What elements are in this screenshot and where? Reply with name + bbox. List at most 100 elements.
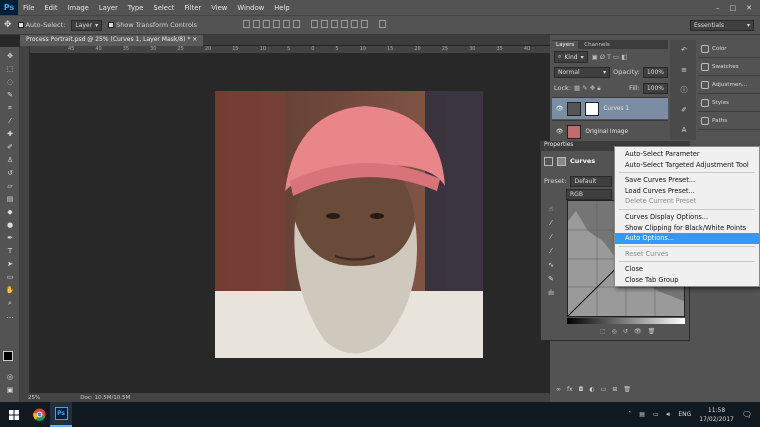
new-adjustment-icon[interactable]: ◐ <box>589 386 594 396</box>
delete-layer-icon[interactable]: 🗑︎ <box>623 386 631 396</box>
menu-item-save-preset[interactable]: Save Curves Preset... <box>615 175 759 186</box>
add-mask-icon[interactable]: ◘ <box>579 386 584 396</box>
maximize-button[interactable]: □ <box>730 4 737 12</box>
type-tool-icon[interactable]: T <box>4 247 16 256</box>
marquee-tool-icon[interactable]: ⬚ <box>4 65 16 74</box>
fill-field[interactable]: 100% <box>642 82 668 94</box>
align-bottom-icon[interactable] <box>263 20 270 28</box>
blend-mode-dropdown[interactable]: Normal ▾ <box>554 66 611 78</box>
foreground-color-swatch[interactable] <box>3 351 13 361</box>
swatches-panel-button[interactable]: Swatches <box>698 58 760 76</box>
align-left-icon[interactable] <box>273 20 280 28</box>
targeted-adjust-icon[interactable]: ☝ <box>545 205 557 214</box>
preset-dropdown[interactable]: Default <box>570 175 613 187</box>
distribute-hcenter-icon[interactable] <box>351 20 359 28</box>
eraser-tool-icon[interactable]: ▱ <box>4 182 16 191</box>
auto-align-icon[interactable] <box>379 20 387 28</box>
more-tools-icon[interactable]: … <box>4 312 16 321</box>
new-layer-icon[interactable]: ⊞ <box>612 386 617 396</box>
distribute-left-icon[interactable] <box>341 20 349 28</box>
menu-type[interactable]: Type <box>123 4 149 12</box>
menu-item-auto-select-tat[interactable]: Auto-Select Targeted Adjustment Tool <box>615 160 759 171</box>
network-icon[interactable]: ▤ <box>639 411 645 418</box>
view-previous-icon[interactable]: ◎ <box>612 328 617 338</box>
channel-dropdown[interactable]: RGB <box>566 189 612 200</box>
align-top-icon[interactable] <box>243 20 250 28</box>
white-point-eyedropper-icon[interactable]: ⁄ <box>545 247 557 256</box>
clone-stamp-tool-icon[interactable]: ♙ <box>4 156 16 165</box>
clock[interactable]: 11:58 17/02/2017 <box>699 406 734 424</box>
color-panel-button[interactable]: Color <box>698 40 760 58</box>
close-tab-icon[interactable]: × <box>192 36 197 43</box>
opacity-field[interactable]: 100% <box>642 66 668 78</box>
quick-mask-icon[interactable]: ◎ <box>4 373 16 382</box>
visibility-eye-icon[interactable]: 👁︎ <box>556 129 563 135</box>
gray-point-eyedropper-icon[interactable]: ⁄ <box>545 233 557 242</box>
path-selection-tool-icon[interactable]: ➤ <box>4 260 16 269</box>
history-brush-tool-icon[interactable]: ↺ <box>4 169 16 178</box>
crop-tool-icon[interactable]: ⌗ <box>4 104 16 113</box>
battery-icon[interactable]: ▭ <box>653 411 659 418</box>
layer-filter-kind-dropdown[interactable]: ⌕ Kind ▾ <box>554 51 588 63</box>
layer-name[interactable]: Curves 1 <box>603 106 629 112</box>
eyedropper-tool-icon[interactable]: ⁄ <box>4 117 16 126</box>
history-panel-icon[interactable]: ↶ <box>678 46 690 55</box>
menu-view[interactable]: View <box>206 4 232 12</box>
language-indicator[interactable]: ENG <box>678 411 691 418</box>
align-vcenter-icon[interactable] <box>253 20 260 28</box>
workspace-dropdown[interactable]: Essentials ▾ <box>690 20 754 31</box>
align-right-icon[interactable] <box>293 20 300 28</box>
distribute-right-icon[interactable] <box>361 20 369 28</box>
auto-select-checkbox[interactable]: Auto-Select: <box>17 21 65 29</box>
paths-panel-button[interactable]: Paths <box>698 112 760 130</box>
delete-icon[interactable]: 🗑︎ <box>648 328 656 338</box>
menu-item-display-options[interactable]: Curves Display Options... <box>615 212 759 223</box>
menu-image[interactable]: Image <box>63 4 94 12</box>
menu-layer[interactable]: Layer <box>94 4 123 12</box>
volume-icon[interactable]: 🔊︎ <box>667 411 671 419</box>
visibility-toggle-icon[interactable]: 👁︎ <box>634 328 642 338</box>
filter-icons[interactable]: ▣ Ø T ▭ ◧ <box>592 53 628 61</box>
lasso-tool-icon[interactable]: ◌ <box>4 78 16 87</box>
pencil-curve-icon[interactable]: ✎ <box>545 275 557 284</box>
menu-select[interactable]: Select <box>148 4 179 12</box>
adjustments-panel-button[interactable]: Adjustmen... <box>698 76 760 94</box>
new-group-icon[interactable]: ▭ <box>601 386 607 396</box>
menu-item-close-tab-group[interactable]: Close Tab Group <box>615 275 759 286</box>
mask-icon[interactable] <box>557 156 566 166</box>
curve-point-tool-icon[interactable]: ∿ <box>545 261 557 270</box>
move-tool-icon[interactable]: ✥ <box>4 52 16 61</box>
character-panel-icon[interactable]: A <box>678 126 690 135</box>
menu-item-close[interactable]: Close <box>615 264 759 275</box>
layer-mask-thumbnail[interactable] <box>585 101 600 116</box>
portrait-photo[interactable] <box>215 91 483 358</box>
brush-panel-icon[interactable]: ✐ <box>678 106 690 115</box>
fx-icon[interactable]: fx <box>567 386 573 396</box>
hand-tool-icon[interactable]: ✋ <box>4 286 16 295</box>
distribute-bottom-icon[interactable] <box>331 20 339 28</box>
menu-item-show-clipping[interactable]: Show Clipping for Black/White Points <box>615 223 759 234</box>
layer-name[interactable]: Original Image <box>585 129 628 135</box>
photoshop-taskbar-icon[interactable]: Ps <box>50 402 72 427</box>
distribute-vcenter-icon[interactable] <box>321 20 329 28</box>
layer-row-original[interactable]: 👁︎ Original Image <box>552 120 668 142</box>
gradient-tool-icon[interactable]: ▤ <box>4 195 16 204</box>
menu-file[interactable]: File <box>18 4 39 12</box>
move-tool-icon[interactable]: ✥ <box>4 20 12 30</box>
align-hcenter-icon[interactable] <box>283 20 290 28</box>
visibility-eye-icon[interactable]: 👁︎ <box>556 106 563 112</box>
healing-brush-tool-icon[interactable]: ✚ <box>4 130 16 139</box>
menu-window[interactable]: Window <box>232 4 269 12</box>
link-layers-icon[interactable]: ∞ <box>556 386 561 396</box>
properties-panel-icon[interactable]: ≡ <box>678 66 690 75</box>
styles-panel-button[interactable]: Styles <box>698 94 760 112</box>
show-transform-checkbox[interactable]: Show Transform Controls <box>108 21 197 29</box>
quick-select-tool-icon[interactable]: ✎ <box>4 91 16 100</box>
info-panel-icon[interactable]: ⓘ <box>678 86 690 95</box>
dodge-tool-icon[interactable]: ● <box>4 221 16 230</box>
menu-edit[interactable]: Edit <box>39 4 62 12</box>
lock-icons[interactable]: ▦ ✎ ✥ 🔒︎ <box>574 84 601 93</box>
black-point-eyedropper-icon[interactable]: ⁄ <box>545 219 557 228</box>
menu-help[interactable]: Help <box>269 4 295 12</box>
zoom-tool-icon[interactable]: ⌕ <box>4 299 16 308</box>
